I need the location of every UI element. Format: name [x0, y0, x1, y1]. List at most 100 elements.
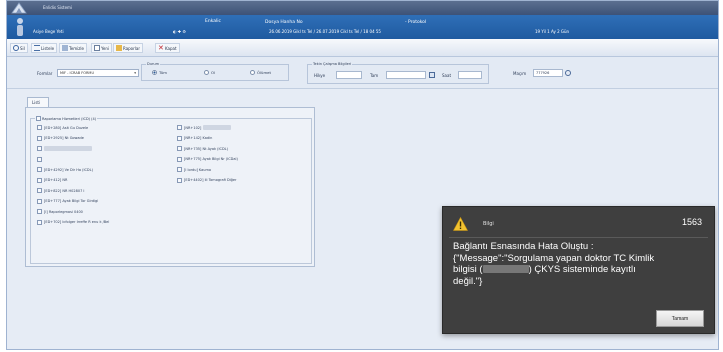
radio-tum[interactable]: Tüm [152, 70, 167, 75]
window-title: Enlidis Sistemi [43, 5, 73, 10]
new-icon [94, 45, 100, 51]
item-checkbox[interactable] [37, 146, 42, 152]
list-item[interactable]: [ED+777] Ayak Bilgi Tor Girdigi [37, 198, 109, 205]
form-select[interactable]: MIF - ICRAB FORMU ▾ [57, 69, 139, 77]
item-checkbox[interactable] [37, 125, 42, 131]
list-item[interactable]: [NR+735] Nt Ayak (ICDL) [177, 146, 238, 152]
title-bar: Enlidis Sistemi [7, 1, 718, 15]
list-item[interactable]: [NR+775] Ayak Bilgi Nr (ICDal) [177, 156, 238, 163]
item-checkbox[interactable] [37, 198, 42, 204]
visit-dates: 26.06.2019 Gikl ts Tel / 26.07.2019 Cikl… [269, 29, 381, 34]
item-checkbox[interactable] [177, 125, 182, 131]
dialog-message-line: Bağlantı Esnasında Hata Oluştu : [453, 241, 594, 252]
dialog-message-line: {"Message":"Sorgulama yapan doktor TC Ki… [453, 252, 655, 264]
list-item[interactable]: [ED+2925] Nt Gowade [37, 135, 109, 142]
app-window: Enlidis Sistemi Asiye Bege Yeti Enkalic … [6, 0, 719, 350]
date-from-input[interactable] [336, 71, 362, 79]
date-group-title: Tekin Çalışma Bilgileri [312, 62, 353, 66]
radio-olumet[interactable]: Ölümet [250, 70, 271, 75]
list-item[interactable]: [ED+412] NR [37, 177, 109, 184]
item-checkbox[interactable] [177, 167, 182, 173]
toolbar-button-temizle[interactable]: Temizle [59, 43, 87, 53]
redacted-text [44, 146, 92, 152]
list-item[interactable]: [ED+4292] Ve Dir Ha (ICDL) [37, 167, 109, 173]
item-checkbox[interactable] [177, 146, 182, 152]
ok-button[interactable]: Tamam [656, 310, 704, 327]
count-label: Saat [442, 73, 452, 78]
clear-icon [62, 45, 68, 51]
item-checkbox[interactable] [37, 209, 42, 215]
item-checkbox[interactable] [37, 219, 42, 225]
list-item[interactable] [37, 146, 109, 152]
list-item[interactable]: [ED+4402] ili Tomografi Diğer [177, 177, 238, 184]
item-label: [ED+822] NR H02807 I [44, 188, 85, 193]
toolbar-button-sil[interactable]: Sil [10, 43, 28, 53]
radio-label: Ol [211, 70, 216, 75]
item-checkbox[interactable] [37, 156, 42, 162]
list-item[interactable] [37, 156, 109, 163]
item-label: [NR+775] Ayak Bilgi Nr (ICDal) [184, 157, 238, 162]
count-input[interactable] [458, 71, 482, 79]
item-checkbox[interactable] [37, 188, 42, 194]
list-item[interactable]: [ED+702] Icfolger Irreffe R enu k /Bel [37, 219, 110, 226]
item-label: [I lordu] Kaumo [184, 167, 212, 172]
item-label: [NR+142] Kadin [184, 136, 213, 141]
close-icon: ✕ [158, 44, 164, 52]
search-icon [13, 45, 19, 51]
dialog-error-code: 1563 [681, 217, 702, 227]
list-item[interactable]: [ED+280] Asit Gu Duzele [37, 125, 109, 131]
date-to-label: Tam [370, 73, 379, 78]
item-label: [I] Raporlegmasi 0400 [44, 209, 83, 214]
search-icon[interactable] [565, 70, 571, 76]
item-checkbox[interactable] [177, 156, 182, 162]
dialog-message-line: bilgisi () ÇKYS sisteminde kayıtlı [453, 264, 711, 276]
list-item[interactable]: [I lordu] Kaumo [177, 167, 238, 173]
list-item[interactable]: [NR+102] [177, 125, 238, 131]
toolbar-label: Temizle [69, 45, 84, 51]
dialog-message-part: bilgisi ( [453, 264, 483, 275]
search-value: 777926 [536, 71, 550, 75]
person-icon [17, 18, 23, 36]
list-item[interactable]: [I] Raporlegmasi 0400 [37, 209, 109, 215]
item-label: [ED+777] Ayak Bilgi Tor Girdigi [44, 199, 99, 204]
dialog-divider [449, 237, 708, 238]
date-group: Tekin Çalışma Bilgileri Hikye Tam Saat [307, 62, 489, 84]
calendar-icon[interactable] [429, 72, 435, 78]
toolbar-button-yeni[interactable]: Yeni [91, 43, 113, 53]
date-from-label: Hikye [314, 73, 326, 78]
item-label: [ED+702] Icfolger Irreffe R enu k /Bel [44, 220, 110, 225]
chevron-down-icon: ▾ [134, 71, 136, 75]
form-label: Formlar [37, 71, 53, 76]
item-checkbox[interactable] [37, 135, 42, 141]
item-checkbox[interactable] [177, 177, 182, 183]
dialog-caption: Bilgi [483, 221, 494, 227]
status-group: Durum Tüm Ol Ölümet [141, 62, 289, 81]
list-item[interactable]: [NR+142] Kadin [177, 135, 238, 142]
search-input[interactable]: 777926 [533, 69, 563, 77]
item-checkbox[interactable] [37, 167, 42, 173]
date-to-input[interactable] [386, 71, 426, 79]
item-label: [NR+102] [184, 125, 202, 130]
groupbox-title: Raporlama Hizmetleri (ICD) (4) [35, 116, 98, 121]
item-label: [ED+412] NR [44, 178, 68, 183]
radio-dot [152, 70, 157, 75]
list-icon [34, 45, 40, 51]
toolbar-button-kapat[interactable]: ✕ Kapat [155, 43, 180, 53]
warning-icon [453, 217, 468, 231]
radio-label: Ölümet [257, 70, 271, 75]
toolbar-button-listele[interactable]: Listele [31, 43, 58, 53]
list-panel: Raporlama Hizmetleri (ICD) (4) [ED+280] … [25, 107, 315, 267]
toolbar-label: Raporlar [123, 45, 140, 51]
item-label: [ED+4292] Ve Dir Ha (ICDL) [44, 167, 93, 172]
select-all-checkbox[interactable] [36, 116, 41, 121]
tab-list[interactable]: Listi [27, 97, 49, 107]
item-checkbox[interactable] [37, 177, 42, 183]
item-checkbox[interactable] [177, 135, 182, 141]
error-dialog: Bilgi 1563 Bağlantı Esnasında Hata Oluşt… [442, 206, 715, 334]
patient-info-bar: Asiye Bege Yeti Enkalic ◐ ✚ ⚙ Dosya Hanh… [7, 15, 718, 39]
dossier-label: Dosya Hanha No [265, 20, 303, 25]
list-item[interactable]: [ED+822] NR H02807 I [37, 188, 109, 194]
item-label: [ED+4402] ili Tomografi Diğer [184, 178, 237, 183]
toolbar-button-raporlar[interactable]: Raporlar [113, 43, 143, 53]
radio-ol[interactable]: Ol [204, 70, 215, 75]
